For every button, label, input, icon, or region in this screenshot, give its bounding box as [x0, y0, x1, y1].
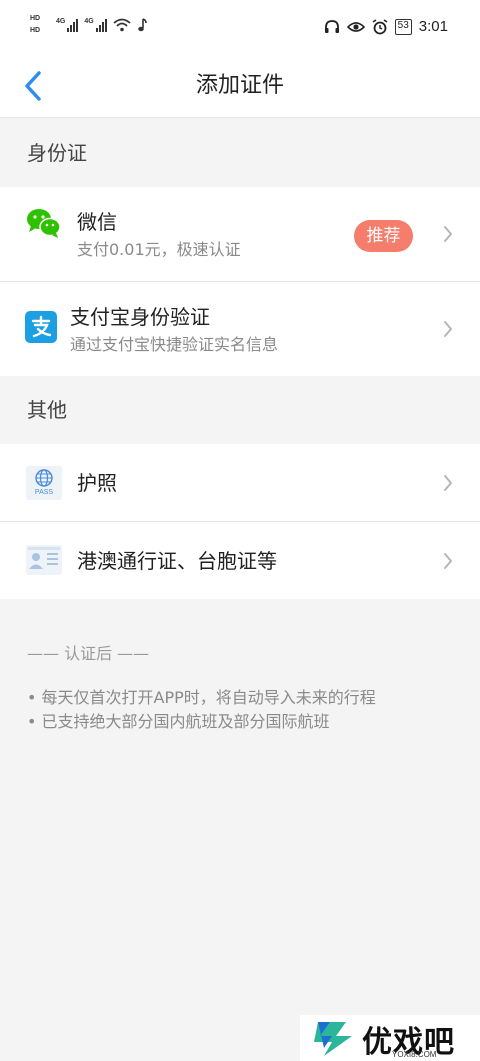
- hd-indicators: HD HD: [30, 14, 50, 36]
- passport-row[interactable]: PASS 护照: [0, 444, 480, 521]
- status-right: 53 3:01: [324, 18, 448, 35]
- wechat-icon: [27, 209, 61, 238]
- music-note-icon: [137, 18, 147, 32]
- status-time: 3:01: [418, 18, 448, 35]
- watermark-logo: 优戏吧 YOXI8.COM: [300, 1015, 480, 1061]
- section-header-other: 其他: [0, 376, 480, 444]
- chevron-right-icon: [444, 475, 452, 491]
- hk-macau-permit-row[interactable]: 港澳通行证、台胞证等: [0, 522, 480, 599]
- alipay-icon: [25, 311, 57, 343]
- network-type: 4G: [84, 18, 94, 25]
- note-item: • 每天仅首次打开APP时，将自动导入未来的行程: [27, 688, 376, 707]
- hd-icon: HD: [30, 27, 41, 34]
- eye-icon: [346, 21, 365, 32]
- passport-icon-label: PASS: [34, 489, 54, 496]
- network-type: 4G: [56, 18, 66, 25]
- notes-heading: —— 认证后 ——: [27, 644, 150, 663]
- page-title: 添加证件: [195, 73, 284, 98]
- status-left: HD HD 4G 4G: [30, 14, 147, 36]
- hd-icon: HD: [30, 15, 41, 22]
- wechat-subtitle: 支付0.01元，极速认证: [77, 240, 241, 259]
- nav-bar: 添加证件: [0, 58, 480, 118]
- watermark-url: YOXI8.COM: [392, 1050, 437, 1059]
- globe-icon: [35, 469, 53, 487]
- watermark-logo-icon: [314, 1022, 352, 1056]
- passport-title: 护照: [77, 471, 117, 495]
- chevron-right-icon: [444, 226, 452, 242]
- id-card-icon: [26, 545, 62, 575]
- alipay-subtitle: 通过支付宝快捷验证实名信息: [70, 335, 279, 354]
- wechat-title: 微信: [77, 210, 117, 234]
- headphones-icon: [324, 20, 339, 33]
- hk-macau-title: 港澳通行证、台胞证等: [77, 549, 277, 573]
- chevron-right-icon: [444, 321, 452, 337]
- signal-icon: 4G: [56, 18, 79, 32]
- passport-icon: PASS: [26, 466, 62, 500]
- alipay-title: 支付宝身份验证: [70, 305, 210, 329]
- signal-icon: 4G: [84, 18, 107, 32]
- wifi-icon: [113, 18, 131, 32]
- chevron-right-icon: [444, 553, 452, 569]
- alipay-verify-row[interactable]: 支付宝身份验证 通过支付宝快捷验证实名信息: [0, 282, 480, 376]
- wechat-verify-row[interactable]: 微信 支付0.01元，极速认证 推荐: [0, 187, 480, 281]
- section-header-id-card: 身份证: [0, 119, 480, 187]
- recommend-badge: 推荐: [354, 220, 413, 252]
- status-bar: HD HD 4G 4G 53 3:01: [0, 0, 480, 58]
- alarm-icon: [372, 18, 388, 34]
- note-item: • 已支持绝大部分国内航班及部分国际航班: [27, 712, 330, 731]
- battery-icon: 53: [394, 18, 412, 35]
